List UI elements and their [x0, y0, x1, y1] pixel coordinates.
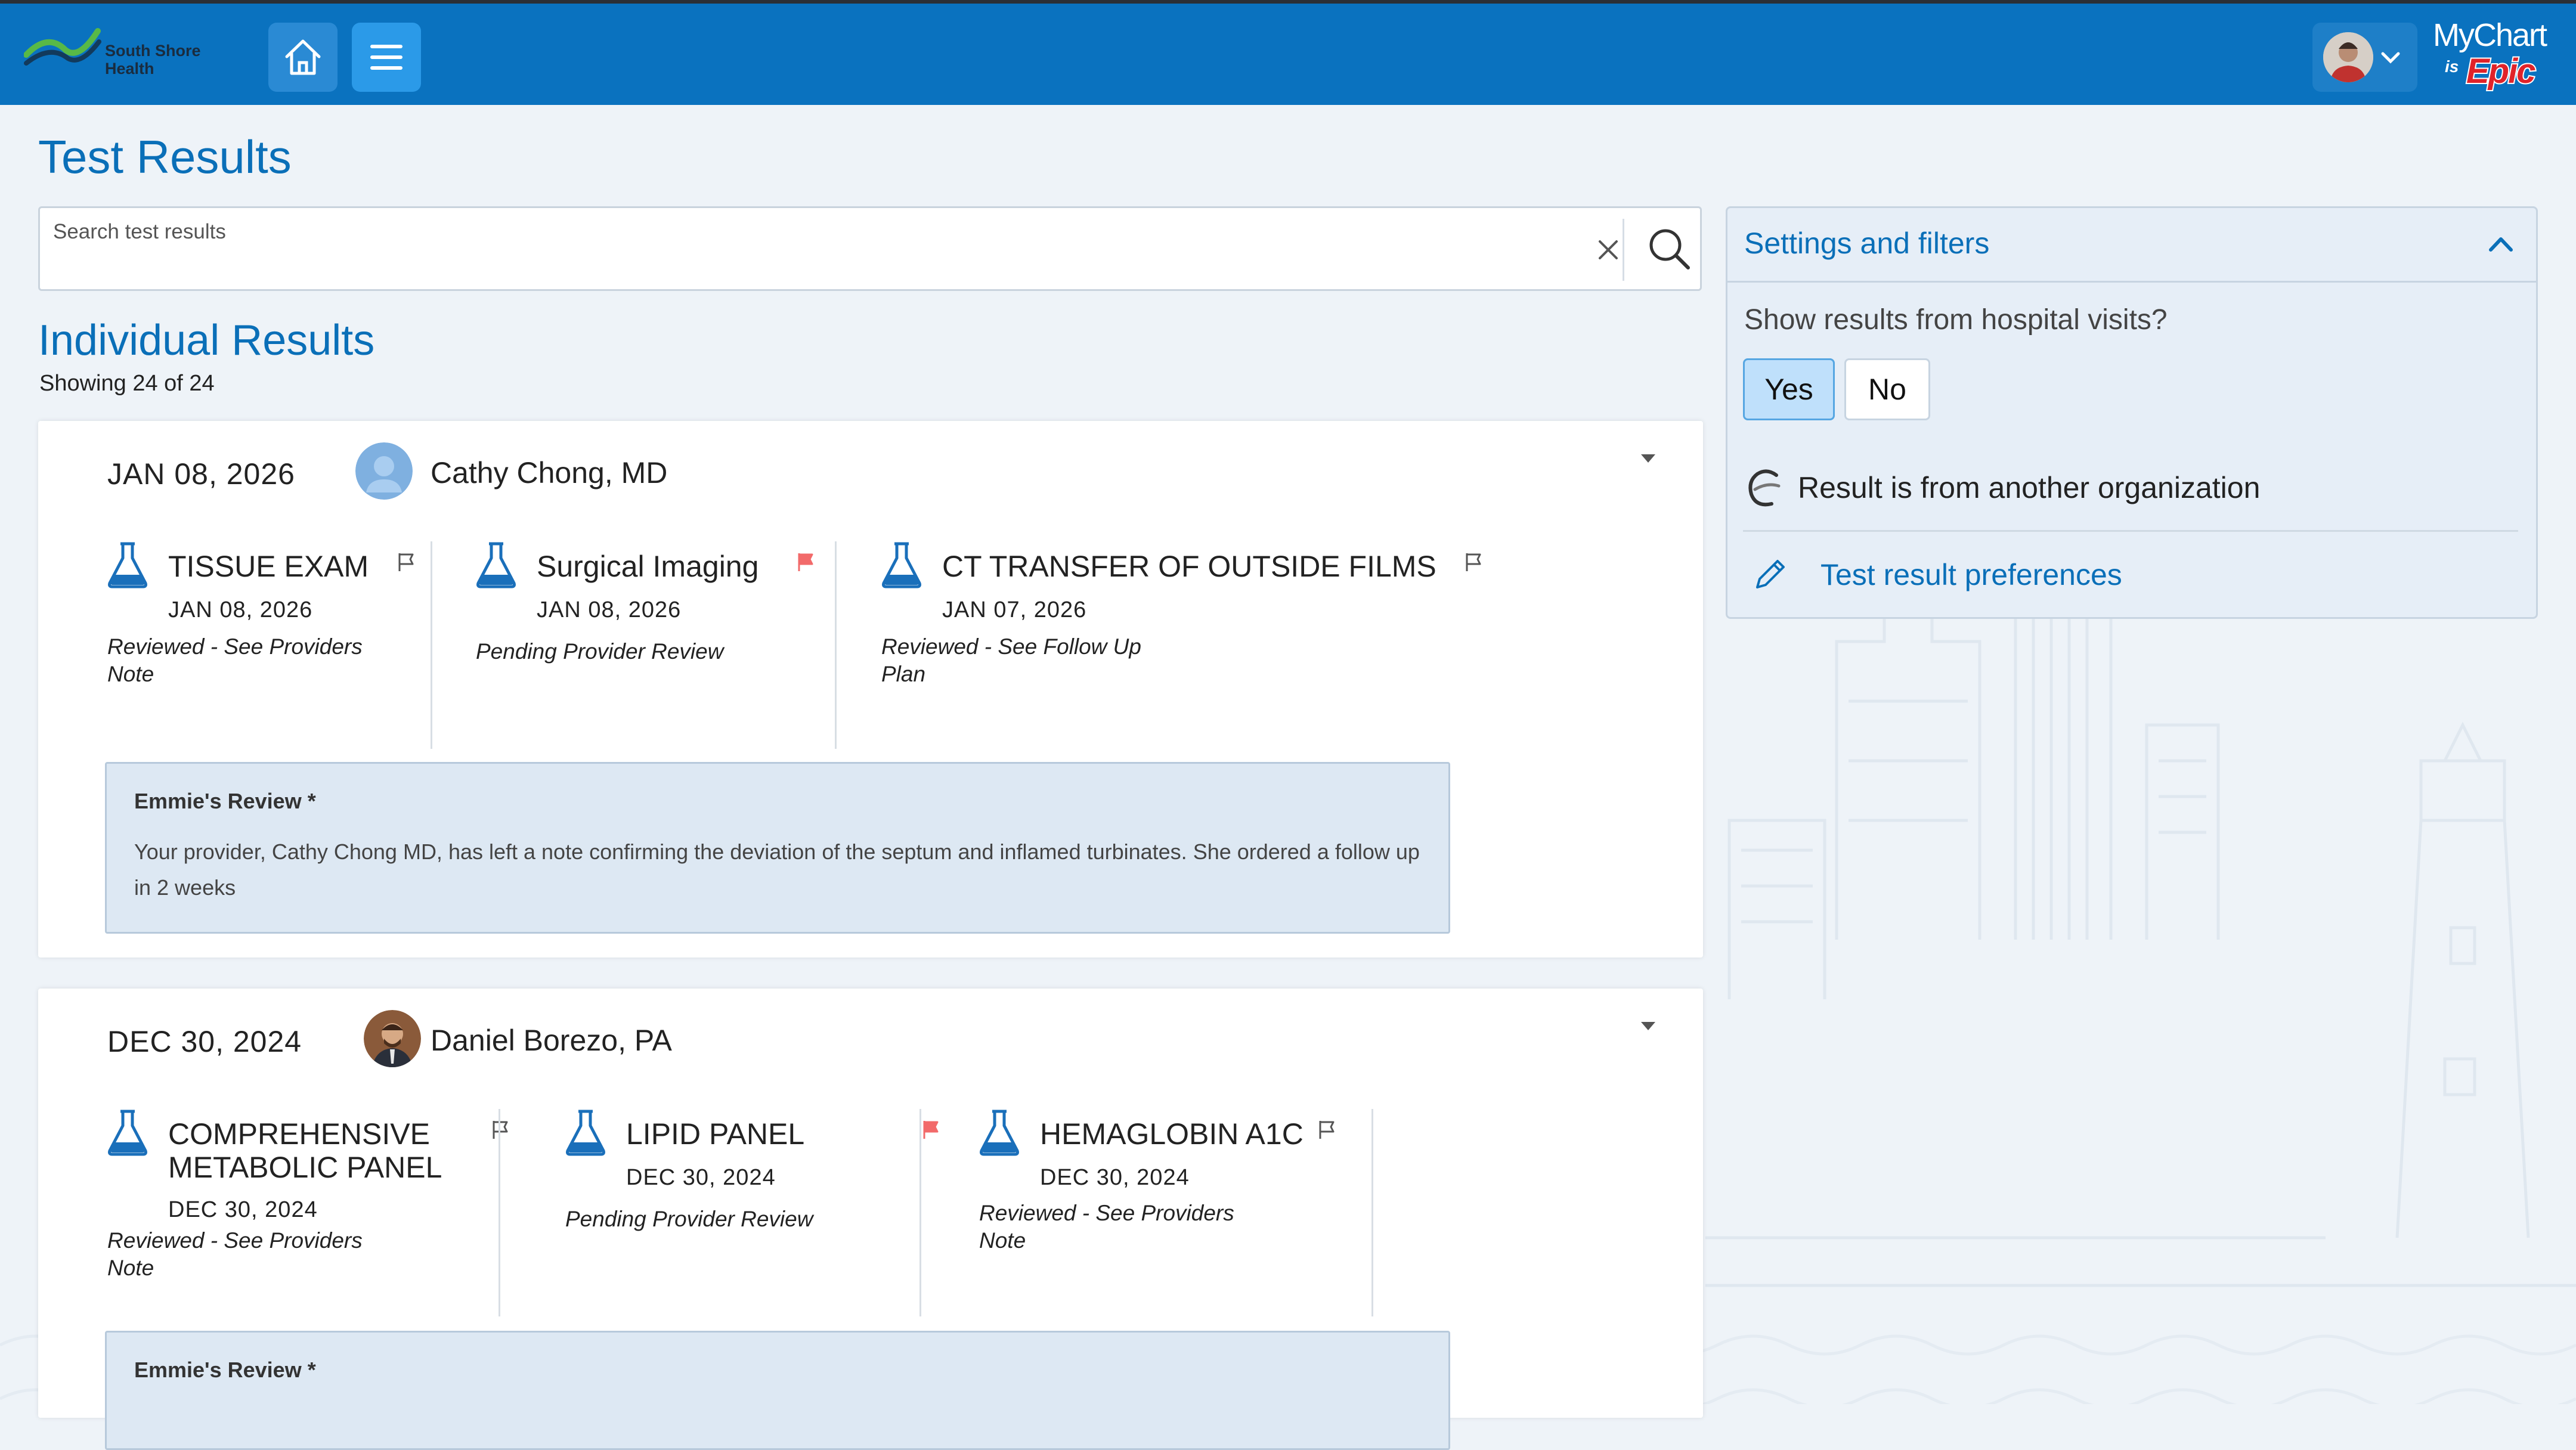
provider-avatar — [355, 442, 413, 500]
result-divider — [1371, 1109, 1373, 1316]
result-date: JAN 07, 2026 — [942, 597, 1087, 622]
settings-divider — [1743, 530, 2518, 532]
result-name: LIPID PANEL — [626, 1117, 805, 1151]
result-item[interactable]: TISSUE EXAM JAN 08, 2026 Reviewed - See … — [105, 540, 414, 731]
brand-mychart: MyChart — [2433, 17, 2547, 53]
result-name: TISSUE EXAM — [168, 550, 369, 583]
flag-outline-icon[interactable] — [1317, 1119, 1337, 1141]
pencil-icon — [1756, 560, 1785, 588]
org-name-line1: South Shore — [105, 42, 201, 60]
user-avatar — [2323, 32, 2373, 82]
result-name: Surgical Imaging — [537, 550, 759, 583]
chevron-down-icon — [2381, 52, 2400, 64]
settings-filters-panel: Settings and filters Show results from h… — [1726, 206, 2538, 619]
preferences-link-text: Test result preferences — [1820, 558, 2122, 591]
result-date: DEC 30, 2024 — [626, 1165, 776, 1190]
result-group-card: DEC 30, 2024 Daniel Borezo, PA COMPREHEN… — [38, 989, 1703, 1450]
review-note: Emmie's Review * — [105, 1331, 1450, 1450]
flag-filled-icon[interactable] — [795, 551, 816, 574]
chevron-up-icon — [2489, 237, 2513, 252]
clear-search-icon[interactable] — [1590, 232, 1626, 268]
hospital-visits-question: Show results from hospital visits? — [1744, 304, 2168, 336]
result-name-line2: METABOLIC PANEL — [168, 1151, 442, 1184]
result-status: Reviewed - See Providers Note — [107, 1228, 363, 1280]
top-navigation-bar: South Shore Health MyChart is Epic — [0, 0, 2576, 105]
lab-flask-icon — [882, 542, 921, 588]
lab-flask-icon — [566, 1110, 605, 1156]
search-input[interactable] — [52, 216, 1545, 247]
main-menu-button[interactable] — [352, 23, 421, 92]
result-name: CT TRANSFER OF OUTSIDE FILMS — [942, 550, 1436, 583]
provider-avatar — [364, 1010, 421, 1067]
result-date: JAN 08, 2026 — [168, 597, 313, 622]
result-name-line1: COMPREHENSIVE — [168, 1117, 430, 1151]
lab-flask-icon — [108, 542, 147, 588]
group-date: JAN 08, 2026 — [107, 457, 295, 491]
lab-flask-icon — [980, 1110, 1019, 1156]
review-title: Emmie's Review * — [134, 789, 316, 813]
group-date: DEC 30, 2024 — [107, 1025, 302, 1058]
result-divider — [431, 541, 432, 749]
result-date: DEC 30, 2024 — [1040, 1165, 1190, 1190]
search-bar — [38, 206, 1702, 291]
home-button[interactable] — [268, 23, 338, 92]
brand-epic: Epic — [2465, 51, 2537, 92]
result-item[interactable]: HEMAGLOBIN A1C DEC 30, 2024 Reviewed - S… — [977, 1108, 1406, 1299]
hamburger-menu-icon — [370, 45, 402, 70]
result-divider — [919, 1109, 921, 1316]
section-title: Individual Results — [38, 317, 375, 364]
search-icon[interactable] — [1644, 224, 1694, 274]
flag-outline-icon[interactable] — [1463, 551, 1484, 574]
result-divider — [835, 541, 837, 749]
result-date: JAN 08, 2026 — [537, 597, 682, 622]
result-name: HEMAGLOBIN A1C — [1040, 1117, 1304, 1151]
lab-flask-icon — [108, 1110, 147, 1156]
result-status: Reviewed - See Follow Up Plan — [881, 634, 1141, 686]
result-item[interactable]: CT TRANSFER OF OUTSIDE FILMS JAN 07, 202… — [879, 540, 1535, 731]
result-item[interactable]: COMPREHENSIVE METABOLIC PANEL DEC 30, 20… — [105, 1108, 522, 1310]
result-status: Reviewed - See Providers Note — [979, 1201, 1234, 1253]
review-body: Your provider, Cathy Chong MD, has left … — [134, 839, 1420, 900]
logo-swoosh-icon — [23, 28, 101, 66]
flag-outline-icon[interactable] — [490, 1119, 510, 1141]
settings-toggle[interactable]: Settings and filters — [1727, 208, 2536, 283]
org-name: South Shore Health — [105, 42, 201, 78]
other-org-text: Result is from another organization — [1798, 471, 2261, 504]
result-item[interactable]: Surgical Imaging JAN 08, 2026 Pending Pr… — [473, 540, 855, 731]
flag-outline-icon[interactable] — [396, 551, 416, 574]
result-date: DEC 30, 2024 — [168, 1197, 318, 1222]
page-title: Test Results — [38, 131, 292, 183]
result-status: Reviewed - See Providers Note — [107, 634, 363, 686]
home-icon — [285, 39, 321, 75]
review-note: Emmie's Review * Your provider, Cathy Ch… — [105, 762, 1450, 934]
org-logo[interactable]: South Shore Health — [23, 26, 221, 86]
result-status: Pending Provider Review — [565, 1207, 813, 1231]
yes-toggle-button[interactable]: Yes — [1743, 358, 1835, 420]
collapse-caret-icon[interactable] — [1636, 450, 1660, 467]
lab-flask-icon — [476, 542, 516, 588]
collapse-caret-icon[interactable] — [1636, 1017, 1660, 1035]
flag-filled-icon[interactable] — [921, 1119, 941, 1141]
brand-is: is — [2445, 57, 2459, 76]
result-status: Pending Provider Review — [476, 639, 724, 664]
result-divider — [499, 1109, 500, 1316]
result-group-card: JAN 08, 2026 Cathy Chong, MD TISSUE EXAM… — [38, 421, 1703, 958]
org-name-line2: Health — [105, 60, 154, 78]
review-title: Emmie's Review * — [134, 1358, 316, 1382]
no-toggle-button[interactable]: No — [1844, 358, 1930, 420]
mychart-epic-brand: MyChart is Epic — [2433, 17, 2564, 94]
settings-title: Settings and filters — [1744, 227, 1990, 260]
search-divider — [1623, 219, 1624, 281]
result-item[interactable]: LIPID PANEL DEC 30, 2024 Pending Provide… — [563, 1108, 945, 1299]
account-menu-button[interactable] — [2312, 23, 2417, 92]
result-name: COMPREHENSIVE METABOLIC PANEL — [168, 1117, 442, 1184]
provider-name[interactable]: Daniel Borezo, PA — [431, 1023, 672, 1058]
results-count: Showing 24 of 24 — [39, 371, 215, 396]
other-org-legend: Result is from another organization — [1743, 464, 2518, 512]
provider-name[interactable]: Cathy Chong, MD — [431, 456, 667, 490]
other-organization-icon — [1748, 469, 1781, 507]
test-result-preferences-link[interactable]: Test result preferences — [1743, 548, 2160, 602]
